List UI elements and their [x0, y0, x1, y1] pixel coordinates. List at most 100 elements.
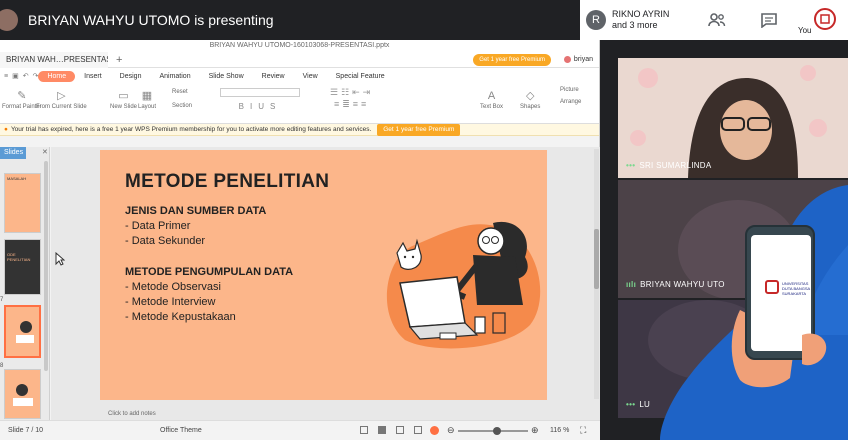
section-label: Section: [172, 103, 193, 109]
shapes-label: Shapes: [520, 104, 541, 110]
close-panel-icon[interactable]: ✕: [42, 148, 48, 156]
phone-university-text: UNIVERSITAS DUTA BANGSA SURAKARTA: [782, 281, 810, 296]
undo-icon[interactable]: ↶: [23, 72, 29, 80]
zoom-slider[interactable]: [458, 427, 528, 435]
align-icons[interactable]: ≡≣≡≡: [330, 100, 373, 109]
text-box-label: Text Box: [480, 104, 504, 110]
tab-view[interactable]: View: [294, 73, 327, 80]
slide-thumbnail[interactable]: [4, 369, 41, 419]
document-tabs: BRIYAN WAH…PRESENTASI✕ + Get 1 year free…: [0, 51, 599, 68]
notes-icon[interactable]: [360, 426, 368, 434]
slide-thumbnail[interactable]: ODE PENELITIAN: [4, 239, 41, 295]
from-current-slide-button[interactable]: ▷ From Current Slide: [36, 90, 87, 111]
document-tab[interactable]: BRIYAN WAH…PRESENTASI✕: [0, 51, 108, 68]
picture-label: Picture: [560, 87, 579, 93]
wps-presentation-window: BRIYAN WAHYU UTOMO-160103068-PRESENTASI.…: [0, 40, 600, 440]
slideshow-play-icon[interactable]: [430, 426, 439, 435]
premium-button[interactable]: Get 1 year free Premium: [473, 54, 551, 66]
from-current-label: From Current Slide: [36, 104, 87, 110]
zoom-out-icon[interactable]: ⊖: [447, 425, 455, 436]
list-item: - Metode Kepustakaan: [125, 311, 236, 323]
presenter-avatar: [0, 9, 18, 31]
participant-tile[interactable]: ••• SRI SUMARLINDA: [618, 58, 848, 178]
chat-icon[interactable]: [760, 12, 778, 28]
participant-avatar[interactable]: R: [586, 10, 606, 30]
arrange-button[interactable]: Arrange: [560, 98, 581, 106]
menu-icon[interactable]: ≡: [4, 73, 8, 80]
tab-special-feature[interactable]: Special Feature: [327, 73, 394, 80]
scrollbar-thumb[interactable]: [594, 229, 599, 289]
fit-window-icon[interactable]: ⛶: [580, 425, 586, 436]
slides-panel-title: Slides: [0, 147, 26, 159]
participant-summary[interactable]: RIKNO AYRIN and 3 more: [612, 9, 669, 31]
thumbnail-illustration: [16, 321, 34, 343]
warning-icon: ●: [4, 126, 8, 133]
divider-strip: [600, 40, 618, 440]
slide-thumbnail-selected[interactable]: [4, 305, 41, 358]
thumbnail-text: MASALAH: [7, 176, 27, 181]
font-controls[interactable]: BIUS: [220, 88, 300, 111]
list-icons[interactable]: ☰☷⇤⇥: [330, 88, 373, 97]
play-icon: ▷: [57, 90, 66, 102]
font-select[interactable]: [220, 88, 300, 97]
picture-button[interactable]: Picture: [560, 86, 579, 94]
window-title: BRIYAN WAHYU UTOMO-160103068-PRESENTASI.…: [0, 40, 599, 52]
trial-premium-button[interactable]: Get 1 year free Premium: [377, 124, 461, 136]
save-icon[interactable]: ▣: [12, 72, 19, 80]
participant-name-label: ••• LU: [626, 400, 651, 409]
status-bar: Slide 7 / 10 Office Theme ⊖ ⊕ 116 % ⛶: [0, 420, 600, 440]
new-slide-label: New Slide: [110, 104, 138, 110]
notes-placeholder[interactable]: Click to add notes: [108, 411, 156, 417]
section-heading: JENIS DAN SUMBER DATA: [125, 205, 267, 217]
tab-insert[interactable]: Insert: [75, 73, 111, 80]
mouse-cursor-icon: [55, 252, 65, 266]
trial-text: Your trial has expired, here is a free 1…: [10, 126, 372, 133]
layout-icon: ▦: [141, 90, 153, 102]
self-avatar[interactable]: [814, 8, 836, 30]
person-laptop-illustration: [386, 221, 541, 349]
zoom-slider-knob[interactable]: [492, 427, 501, 435]
user-avatar: [563, 55, 571, 63]
canvas-scrollbar[interactable]: [594, 149, 599, 399]
current-slide[interactable]: METODE PENELITIAN JENIS DAN SUMBER DATA …: [100, 150, 547, 400]
tab-animation[interactable]: Animation: [150, 73, 199, 80]
trial-banner: ● Your trial has expired, here is a free …: [0, 124, 599, 136]
text-box-button[interactable]: A Text Box: [480, 90, 503, 111]
zoom-level[interactable]: 116 %: [550, 427, 569, 434]
list-item: - Data Sekunder: [125, 235, 206, 247]
self-label: You: [798, 26, 812, 35]
presenting-label: BRIYAN WAHYU UTOMO is presenting: [28, 12, 274, 28]
slides-scrollbar[interactable]: [44, 161, 48, 371]
thumbnail-number: 8: [0, 363, 4, 369]
tab-review[interactable]: Review: [253, 73, 294, 80]
new-tab-icon[interactable]: +: [116, 54, 122, 66]
thumbnail-text: ODE PENELITIAN: [7, 252, 31, 262]
tab-design[interactable]: Design: [111, 73, 151, 80]
shapes-button[interactable]: ◇ Shapes: [520, 90, 540, 111]
font-style-buttons[interactable]: BIUS: [220, 103, 300, 111]
new-slide-button[interactable]: ▭ New Slide: [110, 90, 137, 111]
sorter-view-icon[interactable]: [396, 426, 404, 434]
zoom-in-icon[interactable]: ⊕: [531, 425, 539, 436]
slides-panel: Slides ✕ MASALAH ODE PENELITIAN 7 8: [0, 147, 50, 420]
section-button[interactable]: Section: [172, 102, 192, 110]
audio-indicator-icon: •••: [626, 161, 636, 170]
section-heading: METODE PENGUMPULAN DATA: [125, 266, 294, 278]
thumbnail-illustration: [13, 384, 33, 406]
user-account[interactable]: briyan: [563, 54, 593, 66]
paragraph-controls[interactable]: ☰☷⇤⇥ ≡≣≡≡: [330, 88, 373, 109]
thumbnail-number: 7: [0, 297, 4, 303]
tab-slide-show[interactable]: Slide Show: [200, 73, 253, 80]
theme-name: Office Theme: [160, 427, 202, 434]
reset-button[interactable]: Reset: [172, 88, 188, 96]
people-icon[interactable]: [708, 12, 726, 28]
slide-canvas: METODE PENELITIAN JENIS DAN SUMBER DATA …: [51, 147, 600, 420]
slide-thumbnail[interactable]: MASALAH: [4, 173, 41, 233]
layout-label: Layout: [138, 104, 157, 110]
tab-home[interactable]: Home: [38, 70, 76, 82]
reading-view-icon[interactable]: [414, 426, 422, 434]
audio-wave-icon: ıılı: [626, 280, 637, 289]
layout-button[interactable]: ▦ Layout: [138, 90, 156, 111]
normal-view-icon[interactable]: [378, 426, 386, 434]
list-item: - Data Primer: [125, 220, 191, 232]
